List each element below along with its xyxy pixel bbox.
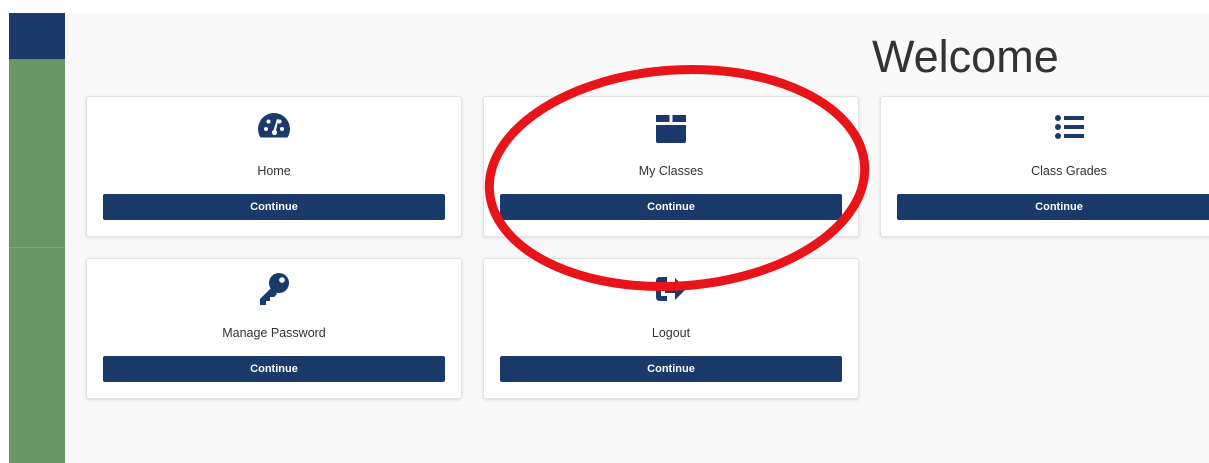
dashboard-icon bbox=[87, 107, 461, 147]
card-manage-password: Manage Password Continue bbox=[86, 258, 462, 399]
class-grades-continue-button[interactable]: Continue bbox=[897, 194, 1209, 220]
logout-continue-button[interactable]: Continue bbox=[500, 356, 842, 382]
box-icon bbox=[484, 107, 858, 147]
top-bar bbox=[65, 0, 1209, 13]
manage-password-continue-button[interactable]: Continue bbox=[103, 356, 445, 382]
sign-out-icon bbox=[484, 269, 858, 309]
key-icon bbox=[87, 269, 461, 309]
card-logout: Logout Continue bbox=[483, 258, 859, 399]
card-my-classes: My Classes Continue bbox=[483, 96, 859, 237]
my-classes-continue-button[interactable]: Continue bbox=[500, 194, 842, 220]
page-title: Welcome bbox=[872, 31, 1059, 82]
card-home: Home Continue bbox=[86, 96, 462, 237]
app-window: Welcome Home Continue My Classes Continu… bbox=[0, 0, 1209, 463]
card-label: Home bbox=[257, 164, 291, 178]
home-continue-button[interactable]: Continue bbox=[103, 194, 445, 220]
card-label: Class Grades bbox=[1031, 164, 1107, 178]
card-label: Logout bbox=[651, 326, 691, 340]
sidebar-divider bbox=[9, 247, 65, 248]
card-label: Manage Password bbox=[222, 326, 326, 340]
card-label: My Classes bbox=[638, 164, 704, 178]
sidebar bbox=[9, 59, 65, 463]
card-class-grades: Class Grades Continue bbox=[880, 96, 1209, 237]
list-icon bbox=[881, 107, 1209, 147]
sidebar-header[interactable] bbox=[9, 13, 65, 59]
